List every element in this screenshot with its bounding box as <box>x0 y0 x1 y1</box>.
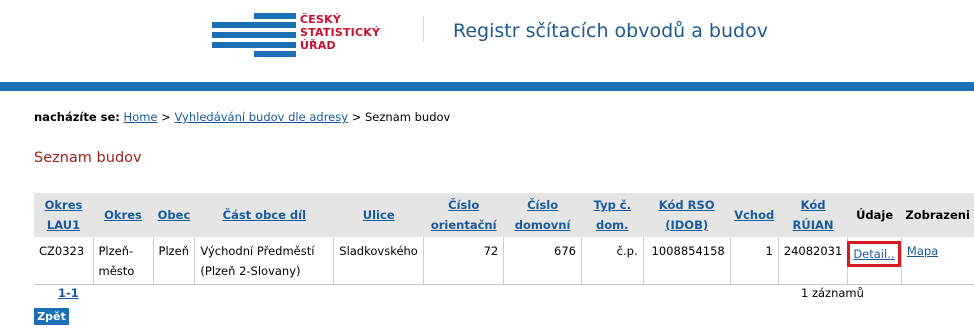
cell-obec: Plzeň <box>153 237 196 285</box>
table-header-row: Okres LAU1 Okres Obec Část obce díl Ulice… <box>34 193 974 237</box>
col-okres-lau1[interactable]: Okres LAU1 <box>34 193 93 237</box>
back-button[interactable]: Zpět <box>34 308 69 325</box>
breadcrumb-current: Seznam budov <box>365 110 451 124</box>
col-typ[interactable]: Typ č. dom. <box>581 193 643 237</box>
csu-logo[interactable]: ČESKÝ STATISTICKÝ ÚŘAD <box>212 13 402 57</box>
cell-vchod: 1 <box>730 237 779 285</box>
col-okres[interactable]: Okres <box>93 193 153 237</box>
col-cislo-orientacni[interactable]: Číslo orientační <box>424 193 504 237</box>
page-header: ČESKÝ STATISTICKÝ ÚŘAD Registr sčítacích… <box>0 0 974 82</box>
pager-link[interactable]: 1-1 <box>58 286 79 300</box>
cell-kod-rso: 1008854158 <box>643 237 731 285</box>
detail-link[interactable]: Detail.. <box>853 247 894 261</box>
detail-highlight: Detail.. <box>847 241 901 267</box>
pager-row: 1-1 1 záznamů <box>34 286 974 304</box>
breadcrumb-search-link[interactable]: Vyhledávání budov dle adresy <box>174 110 348 124</box>
table-row: CZ0323 Plzeň-město Plzeň Východní Předmě… <box>34 237 974 285</box>
col-cast-obce[interactable]: Část obce díl <box>195 193 334 237</box>
breadcrumb-separator: > <box>161 110 171 124</box>
header-divider <box>423 16 424 42</box>
breadcrumb-home-link[interactable]: Home <box>124 110 158 124</box>
col-cislo-domovni[interactable]: Číslo domovní <box>504 193 582 237</box>
logo-bars-icon <box>212 13 296 57</box>
cell-udaje: Detail.. <box>847 237 902 285</box>
cell-cast-obce: Východní Předměstí (Plzeň 2-Slovany) <box>194 237 335 285</box>
cell-ulice: Sladkovského <box>333 237 425 285</box>
header-band <box>0 82 974 91</box>
buildings-table-wrapper: Okres LAU1 Okres Obec Část obce díl Ulice… <box>34 193 974 285</box>
cell-kod-ruian: 24082031 <box>778 237 849 285</box>
breadcrumb-label: nacházíte se: <box>34 110 120 124</box>
col-kod-ruian[interactable]: Kód RÚIAN <box>778 193 848 237</box>
page-title: Seznam budov <box>34 150 142 166</box>
cell-cislo-orientacni: 72 <box>423 237 505 285</box>
cell-zobrazeni: Mapa <box>901 237 974 285</box>
col-udaje: Údaje <box>856 208 894 222</box>
col-kod-rso[interactable]: Kód RSO (IDOB) <box>643 193 730 237</box>
record-count: 1 záznamů <box>801 286 864 300</box>
app-title: Registr sčítacích obvodů a budov <box>453 20 768 42</box>
logo-text: ČESKÝ STATISTICKÝ ÚŘAD <box>300 13 381 52</box>
cell-okres-lau1: CZ0323 <box>34 237 94 285</box>
map-link[interactable]: Mapa <box>907 244 938 258</box>
col-obec[interactable]: Obec <box>153 193 195 237</box>
breadcrumb: nacházíte se: Home > Vyhledávání budov d… <box>34 110 450 124</box>
cell-cislo-domovni: 676 <box>503 237 582 285</box>
col-zobrazeni: Zobrazeni <box>905 208 970 222</box>
col-ulice[interactable]: Ulice <box>334 193 424 237</box>
buildings-table: Okres LAU1 Okres Obec Část obce díl Ulice… <box>34 193 974 285</box>
cell-typ: č.p. <box>581 237 644 285</box>
breadcrumb-separator: > <box>351 110 362 124</box>
cell-okres: Plzeň-město <box>93 237 154 285</box>
col-vchod[interactable]: Vchod <box>730 193 778 237</box>
